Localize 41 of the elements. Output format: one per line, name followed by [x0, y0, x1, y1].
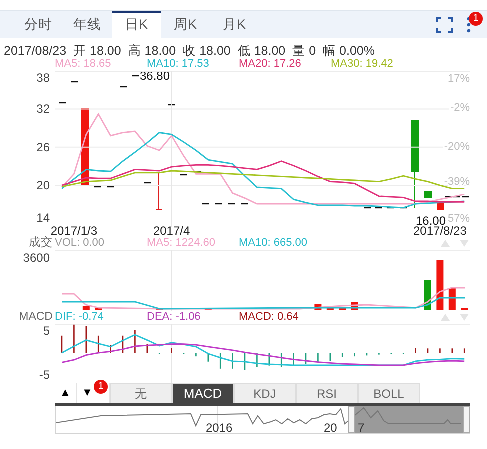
notification-badge: 1 — [469, 12, 483, 26]
indicator-value: MA20: 17.26 — [239, 58, 302, 71]
quote-field: 开 18.00 — [74, 42, 122, 58]
indicator-value: MA5: 1224.60 — [147, 237, 216, 250]
indicator-value: MA30: 19.42 — [331, 58, 394, 71]
axis-label: 5 — [43, 324, 50, 338]
indicator-value: DEA: -1.06 — [147, 311, 202, 324]
axis-label: 2017/8/23 — [414, 224, 467, 237]
indicator-value: MA10: 17.53 — [147, 58, 210, 71]
axis-label: 14 — [36, 211, 50, 225]
quote-field: 量 0 — [292, 42, 316, 58]
price-label: 36.80 — [140, 71, 170, 83]
indicator-value: MA10: 665.00 — [239, 237, 308, 250]
timeline-label: 20 — [324, 421, 338, 434]
notification-badge: 1 — [94, 380, 108, 394]
quote-field: 高 18.00 — [128, 42, 176, 58]
indicator-value: DIF: -0.74 — [55, 311, 105, 324]
axis-label: 2017/1/3 — [50, 224, 98, 237]
indicator-value: MA5: 18.65 — [55, 58, 112, 71]
percent-label: -39% — [444, 176, 470, 188]
quote-date: 2017/08/23 — [4, 43, 67, 58]
axis-label: -5 — [39, 368, 50, 382]
percent-label: 57% — [448, 213, 470, 225]
panel-title: MACD — [18, 311, 53, 324]
indicator-value: MACD: 0.64 — [239, 311, 300, 324]
axis-label: 3600 — [23, 251, 50, 265]
axis-label: 26 — [36, 140, 50, 154]
axis-label: 38 — [36, 71, 50, 85]
axis-label: 32 — [36, 102, 50, 116]
quote-field: 幅 0.00% — [323, 42, 375, 58]
percent-label: 17% — [448, 73, 470, 85]
axis-label: 2017/4 — [153, 224, 190, 237]
panel-title: 成交 — [28, 237, 53, 250]
timeline-label: 2016 — [206, 421, 233, 434]
percent-label: -20% — [444, 141, 470, 153]
timeline-label: 7 — [358, 421, 365, 434]
quote-field: 低 18.00 — [238, 42, 286, 58]
quote-field: 收 18.00 — [183, 42, 231, 58]
axis-label: 20 — [36, 178, 50, 193]
percent-label: -2% — [450, 102, 470, 114]
indicator-value: VOL: 0.00 — [55, 237, 106, 250]
